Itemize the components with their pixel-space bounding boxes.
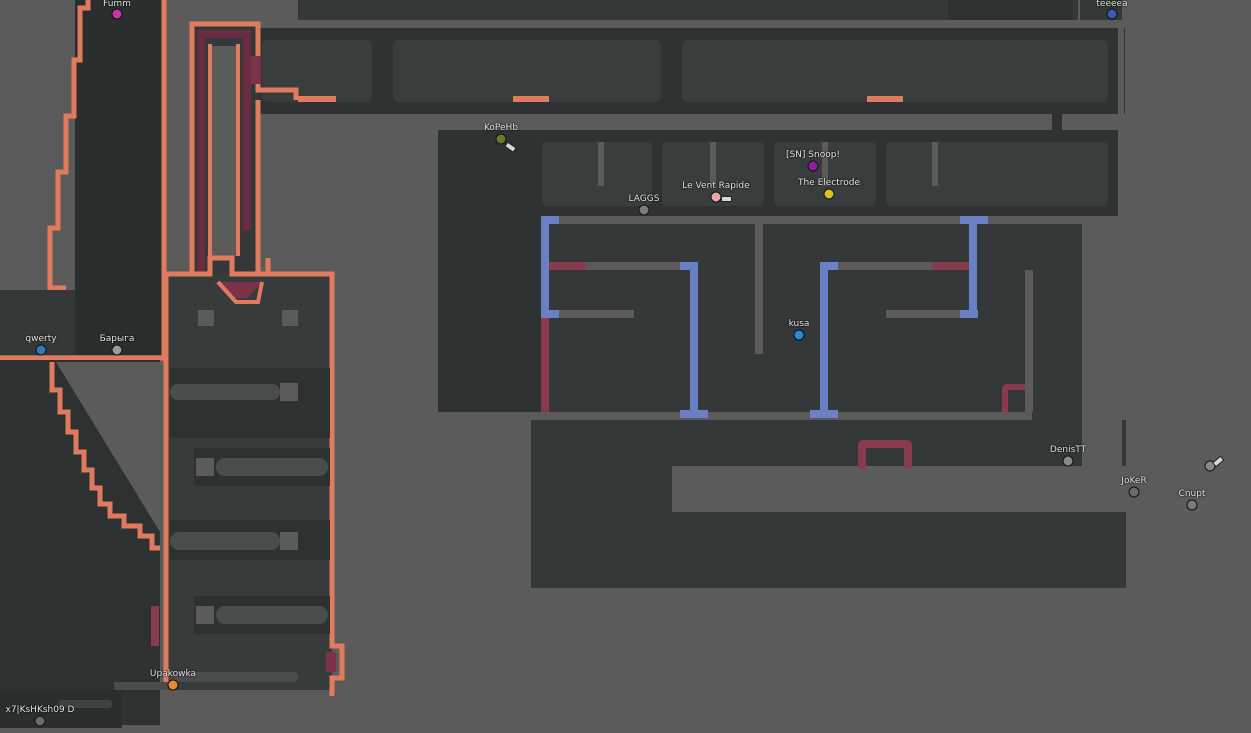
floor-ledge — [170, 384, 280, 400]
freeze-row — [197, 30, 251, 38]
floor-ledge — [586, 262, 686, 270]
player-name: The Electrode — [797, 178, 861, 188]
blue-tile — [541, 216, 549, 316]
player-name: [SN] Snoop! — [785, 150, 841, 160]
player-tee[interactable] — [823, 188, 835, 200]
solid-block — [1118, 20, 1124, 220]
blue-tile — [680, 410, 708, 418]
player-tee[interactable] — [807, 160, 819, 172]
divider — [598, 142, 604, 186]
solid-block — [262, 40, 372, 102]
game-viewport[interactable]: Fumm qwerty Барыга KoPeHb LAGGS Le Vent … — [0, 0, 1251, 733]
freeze-tile — [326, 652, 336, 672]
player-name: Upakowka — [149, 669, 197, 679]
freeze-tile — [151, 606, 159, 646]
unhook-tile — [298, 96, 336, 102]
player-name: Барыга — [99, 334, 135, 344]
player-name: qwerty — [25, 334, 57, 344]
weapon-icon — [721, 196, 732, 202]
solid-block — [948, 0, 1073, 20]
divider — [710, 142, 716, 186]
floor-ledge — [170, 532, 280, 550]
floor-ledge — [836, 262, 936, 270]
map-layer — [0, 0, 1251, 733]
floor-area — [1126, 0, 1251, 733]
freeze-tile — [932, 262, 969, 270]
floor-corridor — [672, 466, 1126, 512]
player-tee[interactable] — [495, 133, 507, 145]
solid-box — [196, 458, 214, 476]
blue-tile — [960, 310, 978, 318]
player-tee[interactable] — [710, 191, 722, 203]
player-name: JoKeR — [1121, 476, 1147, 486]
player-tee[interactable] — [167, 679, 179, 691]
player-tee[interactable] — [1062, 455, 1074, 467]
player-tee[interactable] — [111, 344, 123, 356]
solid-box — [196, 606, 214, 624]
floor-shaft — [212, 46, 236, 256]
solid-box — [280, 383, 298, 401]
player-name: Le Vent Rapide — [682, 181, 750, 191]
floor-corridor — [542, 216, 1082, 224]
player-name: KoPeHb — [483, 123, 519, 133]
divider — [932, 142, 938, 186]
solid-block — [1082, 216, 1122, 466]
player-tee[interactable] — [1128, 486, 1140, 498]
player-name: DenisTT — [1049, 445, 1087, 455]
floor-ledge — [886, 310, 964, 318]
freeze-tile — [549, 262, 586, 270]
blue-tile — [820, 262, 828, 418]
blue-tile — [541, 310, 559, 318]
solid-block — [682, 40, 1108, 102]
blue-tile — [810, 410, 838, 418]
blue-tile — [820, 262, 838, 270]
player-name: kusa — [788, 319, 810, 329]
floor-corridor — [542, 412, 1032, 420]
player-tee[interactable] — [638, 204, 650, 216]
player-tee[interactable] — [34, 715, 46, 727]
floor-ledge — [556, 310, 634, 318]
player-tee[interactable] — [111, 8, 123, 20]
freeze-column — [197, 30, 205, 274]
solid-block — [393, 40, 661, 102]
floor-corridor — [262, 114, 1052, 132]
floor-ledge — [216, 606, 328, 624]
player-tee[interactable] — [35, 344, 47, 356]
floor-ledge — [170, 368, 330, 438]
player-name: Cnupt — [1178, 489, 1206, 499]
unhook-tile — [513, 96, 549, 102]
solid-box — [198, 310, 214, 326]
blue-tile — [969, 216, 977, 316]
solid-block — [438, 216, 542, 412]
freeze-tile — [541, 318, 549, 412]
divider — [755, 224, 763, 354]
blue-tile — [541, 216, 559, 224]
blue-tile — [960, 216, 988, 224]
solid-box — [280, 532, 298, 550]
player-name: LAGGS — [628, 194, 660, 204]
player-tee[interactable] — [1186, 499, 1198, 511]
room — [886, 142, 1108, 206]
freeze-column — [243, 30, 251, 230]
freeze-tile — [251, 56, 261, 84]
player-name: x7|KsHKsh09 D — [5, 705, 75, 715]
divider — [1025, 270, 1033, 412]
unhook-tile — [867, 96, 903, 102]
floor-ledge — [216, 458, 328, 476]
player-tee[interactable] — [793, 329, 805, 341]
floor-ledge — [114, 682, 170, 690]
blue-tile — [680, 262, 698, 270]
player-tee[interactable] — [1106, 8, 1118, 20]
blue-tile — [690, 262, 698, 418]
solid-box — [282, 310, 298, 326]
solid-block — [75, 0, 165, 355]
